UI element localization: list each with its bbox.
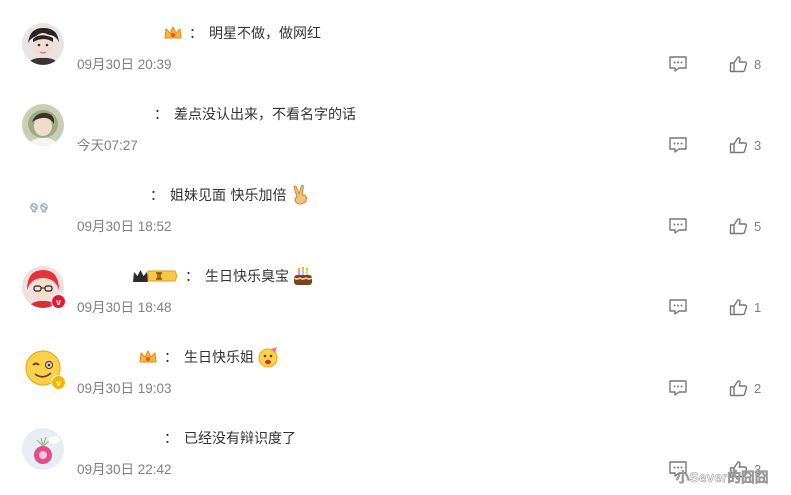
comment-content: ： 已经没有辩识度了 bbox=[160, 428, 296, 448]
comment-item: ： 明星不做，做网红 09月30日 20:39 8 bbox=[0, 0, 791, 81]
comment-list: ： 明星不做，做网红 09月30日 20:39 8 ： 差点没认出来，不看名字的… bbox=[0, 0, 791, 495]
thumbs-up-icon bbox=[729, 299, 748, 316]
comment-icon bbox=[669, 299, 687, 315]
like-count: 8 bbox=[754, 56, 762, 72]
like-count: 1 bbox=[754, 299, 762, 315]
comment-item: v ： 生日快乐臭宝 09月30日 18:48 1 bbox=[0, 243, 791, 324]
colon: ： bbox=[185, 269, 199, 285]
thumbs-up-icon bbox=[729, 137, 748, 154]
like-button[interactable]: 1 bbox=[729, 296, 761, 318]
reply-button[interactable] bbox=[668, 136, 688, 154]
comment-time: 09月30日 20:39 bbox=[77, 57, 172, 72]
thumbs-up-icon bbox=[729, 56, 748, 73]
victory-hand-emoji-icon bbox=[289, 184, 311, 206]
avatar[interactable]: v bbox=[22, 347, 66, 390]
comment-content: ： 明星不做，做网红 bbox=[163, 23, 321, 43]
like-button[interactable]: 2 bbox=[729, 377, 761, 399]
thumbs-up-icon bbox=[729, 380, 748, 397]
reply-button[interactable] bbox=[668, 298, 688, 316]
comment-icon bbox=[669, 218, 687, 234]
like-count: 3 bbox=[754, 137, 762, 153]
reply-button[interactable] bbox=[668, 55, 688, 73]
like-button[interactable]: 3 bbox=[729, 134, 761, 156]
avatar[interactable]: v bbox=[22, 266, 66, 309]
avatar[interactable] bbox=[22, 185, 64, 227]
colon: ： bbox=[189, 26, 203, 42]
avatar[interactable] bbox=[22, 104, 64, 146]
like-button[interactable]: 8 bbox=[729, 53, 761, 75]
colon: ： bbox=[164, 350, 178, 366]
vip-crown-icon bbox=[138, 348, 158, 366]
comment-text: 生日快乐姐 bbox=[184, 350, 254, 366]
comment-text: 差点没认出来，不看名字的话 bbox=[174, 107, 356, 123]
comment-text: 已经没有辩识度了 bbox=[184, 431, 296, 447]
comment-item: v ： 生日快乐姐 09月30日 19:03 2 bbox=[0, 324, 791, 405]
colon: ： bbox=[154, 107, 168, 123]
reply-button[interactable] bbox=[668, 217, 688, 235]
like-count: 5 bbox=[754, 218, 762, 234]
comment-content: ： 生日快乐臭宝 bbox=[131, 266, 314, 286]
comment-time: 09月30日 18:52 bbox=[77, 219, 172, 234]
comment-content: ： 差点没认出来，不看名字的话 bbox=[150, 104, 356, 124]
comment-icon bbox=[669, 137, 687, 153]
vip-crown-icon bbox=[163, 24, 183, 42]
comment-time: 09月30日 22:42 bbox=[77, 462, 172, 477]
comment-text: 生日快乐臭宝 bbox=[205, 269, 289, 285]
thumbs-up-icon bbox=[729, 218, 748, 235]
cake-emoji-icon bbox=[292, 265, 314, 287]
colon: ： bbox=[150, 188, 164, 204]
colon: ： bbox=[164, 431, 178, 447]
comment-time: 09月30日 18:48 bbox=[77, 300, 172, 315]
like-count: 2 bbox=[754, 380, 762, 396]
comment-content: ： 生日快乐姐 bbox=[124, 346, 279, 368]
avatar[interactable] bbox=[22, 428, 64, 470]
comment-item: ： 差点没认出来，不看名字的话 今天07:27 3 bbox=[0, 81, 791, 162]
comment-text: 明星不做，做网红 bbox=[209, 26, 321, 42]
comment-item: ： 姐妹见面 快乐加倍 09月30日 18:52 5 bbox=[0, 162, 791, 243]
verified-badge-icon: v bbox=[51, 294, 66, 309]
watermark: 小Sever的囧囧 bbox=[676, 470, 769, 486]
comment-text: 姐妹见面 快乐加倍 bbox=[170, 188, 287, 204]
verified-badge-icon: v bbox=[51, 375, 66, 390]
comment-time: 今天07:27 bbox=[77, 138, 138, 153]
comment-content: ： 姐妹见面 快乐加倍 bbox=[150, 184, 311, 206]
vip-level-badge-icon bbox=[131, 267, 179, 285]
comment-time: 09月30日 19:03 bbox=[77, 381, 172, 396]
comment-icon bbox=[669, 56, 687, 72]
avatar[interactable] bbox=[22, 23, 64, 65]
reply-button[interactable] bbox=[668, 379, 688, 397]
party-face-emoji-icon bbox=[257, 346, 279, 368]
like-button[interactable]: 5 bbox=[729, 215, 761, 237]
comment-icon bbox=[669, 380, 687, 396]
comment-item: ： 已经没有辩识度了 09月30日 22:42 3 bbox=[0, 405, 791, 486]
